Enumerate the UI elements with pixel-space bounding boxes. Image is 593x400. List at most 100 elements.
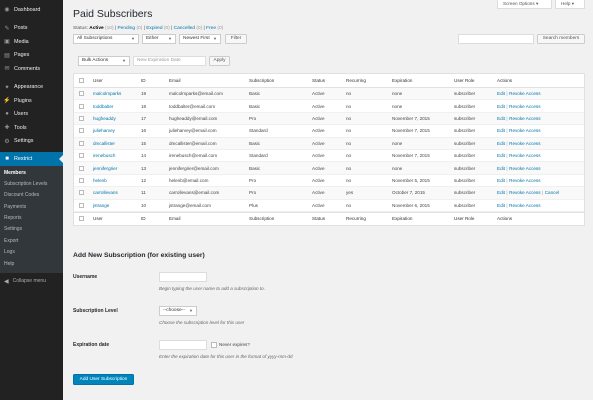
comment-icon: ✉ (4, 66, 10, 73)
sidebar-item-tools[interactable]: ✚ Tools (0, 121, 63, 135)
new-expiration-date-input[interactable]: New Expiration Date (133, 56, 206, 66)
username-input[interactable] (159, 272, 207, 282)
member-search-input[interactable] (458, 34, 534, 44)
chevron-down-icon: ▼ (213, 36, 217, 42)
row-checkbox[interactable] (79, 165, 84, 171)
restrict-submenu: Members Subscription Levels Discount Codes… (0, 165, 63, 274)
revoke-access-link[interactable]: Revoke Access (509, 104, 540, 109)
edit-link[interactable]: Edit (497, 190, 505, 195)
edit-link[interactable]: Edit (497, 128, 505, 133)
cancel-link[interactable]: Cancel (545, 190, 559, 195)
sidebar-item-users[interactable]: ● Users (0, 108, 63, 122)
sidebar-item-label: Users (14, 111, 29, 118)
revoke-access-link[interactable]: Revoke Access (509, 190, 540, 195)
filter-button[interactable]: Filter (225, 34, 247, 44)
revoke-access-link[interactable]: Revoke Access (509, 203, 540, 208)
sidebar-item-appearance[interactable]: ✦ Appearance (0, 81, 63, 95)
revoke-access-link[interactable]: Revoke Access (509, 128, 540, 133)
sidebar-item-dashboard[interactable]: ◉ Dashboard (0, 3, 63, 17)
edit-link[interactable]: Edit (497, 153, 505, 158)
revoke-access-link[interactable]: Revoke Access (509, 141, 540, 146)
edit-link[interactable]: Edit (497, 141, 505, 146)
screen-options-button[interactable]: Screen Options ▾ (497, 0, 552, 9)
sidebar-item-plugins[interactable]: ⚡ Plugins (0, 94, 63, 108)
edit-link[interactable]: Edit (497, 203, 505, 208)
user-link[interactable]: toddbalter (93, 100, 113, 111)
order-select[interactable]: Newest First ▼ (179, 34, 221, 44)
sidebar-item-restrict[interactable]: ■ Restrict (0, 152, 63, 166)
status-cell: Active (312, 140, 325, 146)
row-checkbox[interactable] (79, 128, 84, 134)
user-link[interactable]: jennifergrier (93, 162, 117, 173)
select-all-checkbox[interactable] (79, 216, 84, 222)
apply-button[interactable]: Apply (209, 56, 230, 66)
recurring-cell: no (346, 91, 352, 97)
revoke-access-link[interactable]: Revoke Access (509, 91, 540, 96)
revoke-access-link[interactable]: Revoke Access (509, 166, 540, 171)
collapse-menu-button[interactable]: ◀ Collapse menu (0, 275, 63, 287)
never-expires-checkbox[interactable] (211, 342, 217, 348)
submenu-item-export[interactable]: Export (0, 236, 63, 247)
submenu-item-subscription-levels[interactable]: Subscription Levels (0, 179, 63, 190)
recurring-filter-select[interactable]: Either ▼ (142, 34, 176, 44)
user-link[interactable]: irenebusch (93, 150, 115, 161)
row-checkbox[interactable] (79, 202, 84, 208)
revoke-access-link[interactable]: Revoke Access (509, 116, 540, 121)
status-cancelled-link[interactable]: Cancelled (0) (174, 26, 203, 31)
revoke-access-link[interactable]: Revoke Access (509, 153, 540, 158)
submenu-item-members[interactable]: Members (0, 168, 63, 179)
table-footer: User ID Email Subscription Status Recurring Ex… (74, 211, 584, 225)
select-all-checkbox[interactable] (79, 78, 84, 83)
status-cell: Active (312, 177, 325, 183)
status-expired-link[interactable]: Expired (0) (146, 26, 169, 31)
row-checkbox[interactable] (79, 177, 84, 183)
user-link[interactable]: julieharvey (93, 125, 115, 136)
user-link[interactable]: dmcallister (93, 138, 115, 149)
submenu-item-payments[interactable]: Payments (0, 202, 63, 213)
status-pending-link[interactable]: Pending (0) (117, 26, 142, 31)
edit-link[interactable]: Edit (497, 166, 505, 171)
row-checkbox[interactable] (79, 190, 84, 196)
row-checkbox[interactable] (79, 115, 84, 121)
user-email: malcolmparks@email.com (169, 91, 223, 97)
edit-link[interactable]: Edit (497, 91, 505, 96)
sidebar-item-media[interactable]: ▣ Media (0, 35, 63, 49)
status-free-link[interactable]: Free (0) (206, 26, 223, 31)
chevron-down-icon: ▼ (122, 58, 126, 64)
status-cell: Active (312, 190, 325, 196)
sidebar-item-comments[interactable]: ✉ Comments (0, 62, 63, 76)
status-active-link[interactable]: Active (10) (89, 26, 113, 31)
revoke-access-link[interactable]: Revoke Access (509, 178, 540, 183)
sidebar-item-settings[interactable]: ⚙ Settings (0, 135, 63, 149)
edit-link[interactable]: Edit (497, 116, 505, 121)
row-checkbox[interactable] (79, 91, 84, 97)
submenu-item-logs[interactable]: Logs (0, 247, 63, 258)
submenu-item-discount-codes[interactable]: Discount Codes (0, 190, 63, 201)
user-link[interactable]: carrollevans (93, 187, 118, 198)
user-link[interactable]: malcolmparks (93, 88, 121, 99)
sidebar-item-pages[interactable]: ▤ Pages (0, 49, 63, 63)
table-row: hugheaddy 17 hugheaddy@email.com Pro Active n… (74, 112, 584, 126)
subscription-level-select[interactable]: --choose-- ▼ (159, 306, 197, 316)
row-checkbox[interactable] (79, 140, 84, 146)
search-members-button[interactable]: Search members (537, 34, 585, 44)
row-checkbox[interactable] (79, 153, 84, 159)
user-link[interactable]: hugheaddy (93, 113, 116, 124)
add-user-subscription-button[interactable]: Add User Subscription (73, 374, 134, 385)
subscription-filter-select[interactable]: All Subscriptions ▼ (73, 34, 139, 44)
sidebar-item-posts[interactable]: ✎ Posts (0, 22, 63, 36)
edit-link[interactable]: Edit (497, 104, 505, 109)
user-link[interactable]: helenb (93, 175, 107, 186)
sidebar-item-label: Tools (14, 124, 27, 131)
row-checkbox[interactable] (79, 103, 84, 109)
help-button[interactable]: Help ▾ (555, 0, 585, 9)
bulk-actions-select[interactable]: Bulk Actions ▼ (78, 56, 130, 66)
status-cell: Active (312, 202, 325, 208)
submenu-item-reports[interactable]: Reports (0, 213, 63, 224)
expiration-date-input[interactable] (159, 340, 207, 350)
edit-link[interactable]: Edit (497, 178, 505, 183)
user-link[interactable]: jstrange (93, 200, 109, 211)
submenu-item-settings[interactable]: Settings (0, 224, 63, 235)
user-email: jstrange@email.com (169, 202, 211, 208)
submenu-item-help[interactable]: Help (0, 259, 63, 270)
